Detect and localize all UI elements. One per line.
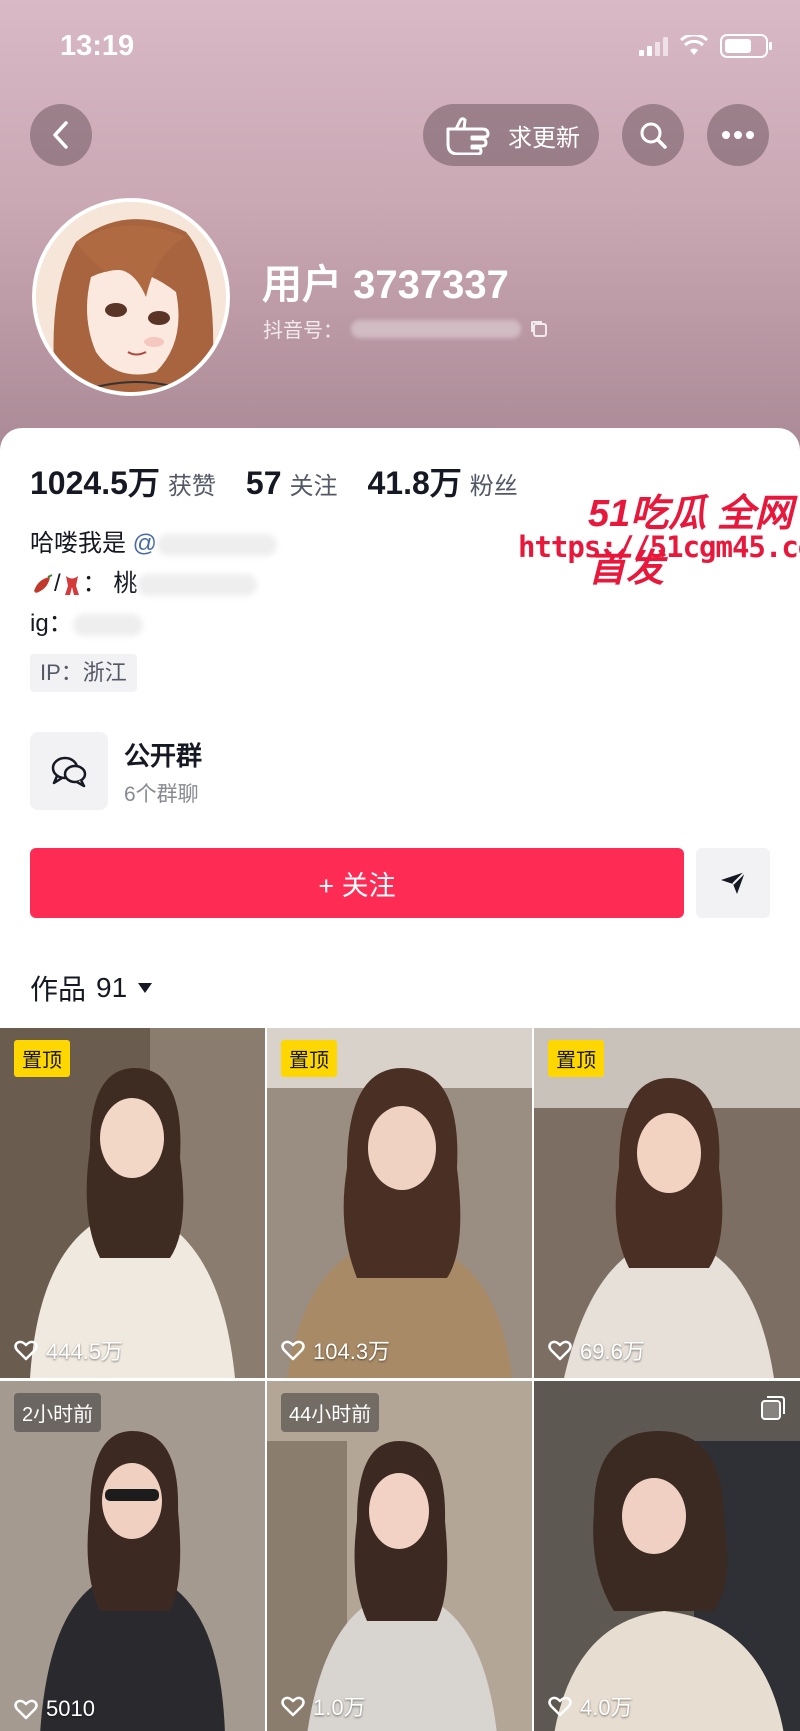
heart-icon (548, 1696, 572, 1717)
bio-line-2: / ： 桃 (30, 564, 277, 604)
more-dots-icon (722, 131, 754, 139)
image-set-icon (761, 1396, 785, 1420)
video-tile[interactable]: 置顶 104.3万 (267, 1028, 532, 1378)
group-chat-title[interactable]: 公开群 (124, 736, 202, 773)
send-arrow-icon (721, 871, 746, 894)
bio-line-1: 哈喽我是 @ (30, 524, 278, 564)
copy-icon[interactable] (529, 319, 549, 339)
group-chat-icon-box[interactable] (30, 732, 108, 810)
battery-icon (720, 34, 772, 58)
wifi-icon (680, 35, 708, 55)
stat-followers-value: 41.8万 (367, 465, 462, 501)
douyin-id-value-blurred (351, 319, 521, 338)
status-bar: 13:19 (0, 0, 800, 96)
heart-icon (14, 1699, 38, 1720)
video-thumbnail (534, 1028, 800, 1378)
bio-line-2-text: ： 桃 (82, 570, 138, 597)
pinned-badge: 置顶 (548, 1040, 604, 1077)
heart-icon (548, 1340, 572, 1361)
status-time: 13:19 (60, 30, 135, 62)
video-likes-count: 444.5万 (46, 1339, 124, 1364)
avatar[interactable] (32, 198, 230, 396)
pinned-badge: 置顶 (281, 1040, 337, 1077)
video-tile[interactable]: 4.0万 (534, 1381, 800, 1731)
stat-following-label: 关注 (289, 473, 338, 500)
heart-icon (14, 1340, 38, 1361)
stat-likes-value: 1024.5万 (30, 465, 160, 501)
bio: 哈喽我是 @ / ： 桃 ig： (30, 524, 278, 644)
video-thumbnail (267, 1381, 532, 1731)
video-likes-count: 4.0万 (580, 1695, 633, 1720)
bio-line-3-text: ig： (30, 610, 73, 637)
video-likes: 444.5万 (14, 1334, 123, 1366)
more-button[interactable] (707, 104, 769, 166)
video-tile[interactable]: 置顶 444.5万 (0, 1028, 265, 1378)
bio-mention-link[interactable]: @ (133, 530, 157, 557)
caret-down-icon (138, 983, 153, 993)
video-likes-count: 5010 (46, 1696, 95, 1721)
scarf-emoji-icon (64, 575, 79, 595)
video-thumbnail (0, 1028, 265, 1378)
video-likes: 4.0万 (548, 1690, 633, 1722)
stat-likes[interactable]: 1024.5万 获赞 (30, 458, 216, 504)
request-update-button[interactable]: 求更新 (423, 104, 599, 166)
stat-following[interactable]: 57 关注 (246, 465, 338, 502)
video-likes-count: 104.3万 (313, 1339, 391, 1364)
posted-time-badge: 2小时前 (14, 1393, 102, 1432)
stat-following-value: 57 (245, 465, 282, 501)
search-icon (640, 122, 667, 149)
video-tile[interactable]: 置顶 69.6万 (534, 1028, 800, 1378)
signal-icon (639, 36, 668, 56)
sweet-potato-emoji-icon (34, 573, 53, 593)
heart-icon (281, 1340, 305, 1361)
watermark-url: https://51cgm45.com (518, 530, 800, 564)
works-tab[interactable]: 作品 91 (30, 968, 153, 1008)
works-tab-count: 91 (96, 972, 128, 1003)
bio-line-2-slash: / (54, 570, 61, 597)
ip-location-tag: IP：浙江 (30, 654, 137, 692)
video-tile[interactable]: 2小时前 5010 (0, 1381, 265, 1731)
douyin-id-label: 抖音号： (263, 320, 343, 342)
video-likes: 69.6万 (548, 1334, 645, 1366)
blurred-text (157, 533, 278, 556)
video-thumbnail (534, 1381, 800, 1731)
search-button[interactable] (622, 104, 684, 166)
video-likes: 104.3万 (281, 1334, 390, 1366)
group-chat-count: 6个群聊 (124, 783, 199, 806)
video-thumbnail (0, 1381, 265, 1731)
heart-icon (281, 1696, 305, 1717)
video-grid: 置顶 444.5万 置顶 104.3万 置顶 69.6万 2小时前 5010 4… (0, 1028, 800, 1731)
video-likes-count: 1.0万 (313, 1695, 366, 1720)
bio-line-3: ig： (30, 604, 277, 644)
back-button[interactable] (30, 104, 92, 166)
video-likes: 1.0万 (281, 1690, 366, 1722)
video-thumbnail (267, 1028, 532, 1378)
douyin-id: 抖音号： (263, 314, 549, 343)
pointing-hand-icon (446, 117, 490, 155)
share-button[interactable] (696, 848, 770, 918)
blurred-text (137, 573, 258, 596)
avatar-illustration (36, 202, 226, 392)
stat-likes-label: 获赞 (167, 473, 216, 500)
blurred-text (72, 613, 143, 636)
site-watermark: 51吃瓜 全网首发 https://51cgm45.com (508, 482, 800, 590)
pinned-badge: 置顶 (14, 1040, 70, 1077)
chat-bubbles-icon (51, 756, 87, 788)
stats-row: 1024.5万 获赞 57 关注 41.8万 粉丝 (30, 458, 548, 504)
video-tile[interactable]: 44小时前 1.0万 (267, 1381, 532, 1731)
video-likes-count: 69.6万 (580, 1339, 645, 1364)
username: 用户 3737337 (262, 263, 509, 307)
chevron-left-icon (53, 121, 68, 149)
video-likes: 5010 (14, 1696, 95, 1722)
stat-followers[interactable]: 41.8万 粉丝 (367, 458, 517, 504)
status-icons (639, 34, 772, 58)
posted-time-badge: 44小时前 (281, 1393, 380, 1432)
works-tab-label: 作品 (30, 974, 87, 1005)
request-update-label: 求更新 (508, 124, 580, 152)
bio-line-1-text: 哈喽我是 (30, 530, 126, 557)
follow-button[interactable]: + 关注 (30, 848, 684, 918)
